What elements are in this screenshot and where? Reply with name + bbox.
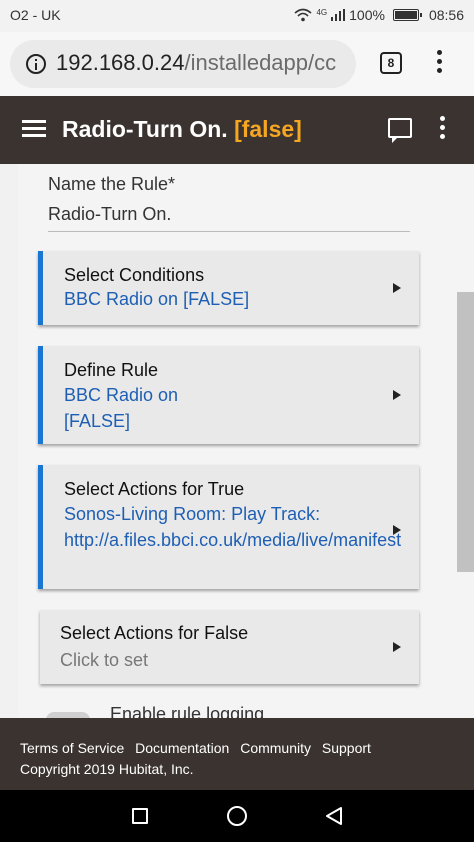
documentation-link[interactable]: Documentation — [135, 740, 229, 756]
url-path: /installedapp/cc — [184, 50, 337, 75]
footer: Terms of Service Documentation Community… — [0, 718, 474, 790]
footer-links: Terms of Service Documentation Community… — [20, 740, 378, 756]
browser-toolbar: 192.168.0.24/installedapp/cc 8 — [0, 32, 474, 96]
support-link[interactable]: Support — [322, 740, 371, 756]
rule-name-input[interactable]: Radio-Turn On. — [48, 202, 410, 232]
define-rule-button[interactable]: Define Rule BBC Radio on [FALSE] — [38, 346, 419, 444]
card-value-line-1: Sonos-Living Room: Play Track: — [64, 504, 321, 524]
card-value: Click to set — [60, 650, 149, 670]
clock: 08:56 — [428, 7, 464, 23]
battery-percent: 100% — [349, 7, 385, 23]
page-title-text: Radio-Turn On. — [62, 116, 228, 142]
logging-label: Enable rule logging — [110, 704, 265, 718]
browser-menu-icon[interactable] — [432, 50, 446, 76]
community-link[interactable]: Community — [240, 740, 311, 756]
play-arrow-icon — [393, 525, 401, 535]
info-icon[interactable] — [26, 54, 46, 74]
card-title: Select Conditions — [64, 265, 205, 285]
carrier-name: O2 - UK — [10, 7, 61, 23]
signal-icon — [331, 9, 346, 21]
url-host: 192.168.0.24 — [56, 50, 185, 75]
card-title: Define Rule — [64, 360, 159, 380]
copyright-text: Copyright 2019 Hubitat, Inc. — [20, 761, 194, 777]
name-label: Name the Rule* — [48, 174, 176, 194]
app-header: Radio-Turn On. [false] — [0, 96, 474, 164]
card-title: Select Actions for False — [60, 623, 249, 643]
battery-icon — [392, 9, 422, 21]
select-conditions-button[interactable]: Select Conditions BBC Radio on [FALSE] — [38, 251, 419, 325]
card-value: BBC Radio on [FALSE] — [64, 289, 250, 309]
chat-icon[interactable] — [388, 118, 412, 143]
url-text[interactable]: 192.168.0.24/installedapp/cc — [56, 50, 336, 76]
network-type: 4G — [316, 7, 328, 17]
main-content: Name the Rule* Radio-Turn On. Select Con… — [0, 164, 474, 718]
status-flag: [false] — [234, 116, 302, 142]
home-icon[interactable] — [227, 806, 247, 826]
tab-switcher-button[interactable]: 8 — [380, 52, 402, 74]
select-actions-true-button[interactable]: Select Actions for True Sonos-Living Roo… — [38, 465, 419, 589]
card-value-line-1: BBC Radio on — [64, 385, 179, 405]
system-nav-bar — [0, 790, 474, 842]
status-icons: 4G 100% 08:56 — [294, 7, 464, 23]
status-bar: O2 - UK 4G 100% 08:56 — [0, 0, 474, 32]
hamburger-menu-icon[interactable] — [22, 120, 46, 138]
terms-link[interactable]: Terms of Service — [20, 740, 124, 756]
play-arrow-icon — [393, 390, 401, 400]
card-value-line-2: [FALSE] — [64, 411, 131, 431]
play-arrow-icon — [393, 283, 401, 293]
back-icon[interactable] — [324, 806, 344, 826]
scrollbar-thumb[interactable] — [457, 292, 474, 572]
overflow-menu-icon[interactable] — [440, 116, 450, 143]
recents-icon[interactable] — [132, 808, 148, 824]
select-actions-false-button[interactable]: Select Actions for False Click to set — [40, 610, 419, 684]
wifi-icon — [294, 8, 312, 22]
card-value-line-2: http://a.files.bbci.co.uk/media/live/man… — [64, 530, 402, 550]
play-arrow-icon — [393, 642, 401, 652]
card-title: Select Actions for True — [64, 479, 245, 499]
url-bar[interactable]: 192.168.0.24/installedapp/cc — [10, 40, 356, 88]
page-title: Radio-Turn On. [false] — [62, 116, 302, 143]
